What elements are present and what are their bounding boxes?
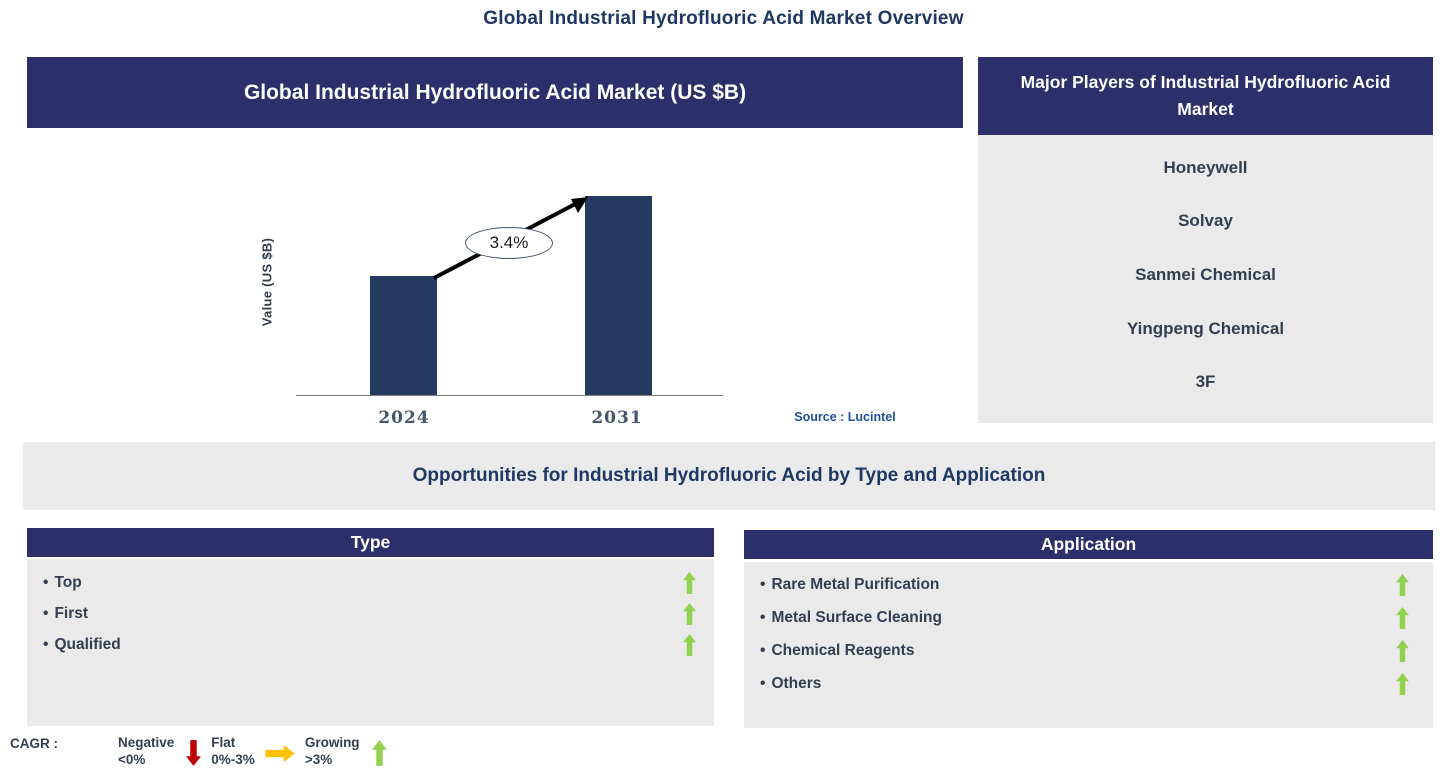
type-item-row: • Qualified <box>27 629 714 660</box>
type-item-row: • Top <box>27 567 714 598</box>
application-items-list: • Rare Metal Purification • Metal Surface … <box>744 562 1433 728</box>
cagr-trend-arrow <box>433 197 588 280</box>
type-items-list: • Top • First • Qualified <box>27 559 714 726</box>
type-item-label: • First <box>43 604 89 622</box>
x-tick-2024: 2024 <box>378 408 430 428</box>
application-item-label: • Others <box>760 674 822 692</box>
player-name: Solvay <box>1178 211 1233 231</box>
bullet-icon: • <box>43 604 49 622</box>
application-item-row: • Chemical Reagents <box>744 634 1433 667</box>
bullet-icon: • <box>760 608 766 626</box>
cagr-value: 3.4% <box>489 233 529 252</box>
application-panel-header: Application <box>744 530 1433 559</box>
green-up-arrow-icon <box>1396 606 1409 629</box>
legend-growing-range: >3% <box>304 751 333 767</box>
green-up-arrow-icon <box>683 633 696 656</box>
player-name: Sanmei Chemical <box>1135 264 1276 284</box>
legend-growing-name: Growing <box>304 735 360 750</box>
bullet-icon: • <box>760 641 766 659</box>
application-item-label: • Chemical Reagents <box>760 641 915 659</box>
type-item-label: • Top <box>43 573 82 591</box>
legend-negative-name: Negative <box>118 735 175 750</box>
page-title: Global Industrial Hydrofluoric Acid Mark… <box>483 8 964 29</box>
cagr-annotation-ellipse: 3.4% <box>465 227 553 259</box>
player-name: Honeywell <box>1163 157 1248 177</box>
legend-entry-flat: Flat 0%-3% <box>211 733 295 769</box>
green-up-arrow-icon <box>1396 573 1409 596</box>
green-up-arrow-icon <box>371 740 387 766</box>
chart-panel-header: Global Industrial Hydrofluoric Acid Mark… <box>27 57 963 128</box>
green-up-arrow-icon <box>1396 672 1409 695</box>
application-item-label: • Rare Metal Purification <box>760 575 940 593</box>
legend-entry-growing: Growing >3% <box>305 733 387 771</box>
player-name: Yingpeng Chemical <box>1126 318 1285 338</box>
type-panel-header: Type <box>27 528 714 557</box>
x-axis-line <box>296 395 723 396</box>
x-tick-2031: 2031 <box>591 408 643 428</box>
bullet-icon: • <box>760 674 766 692</box>
green-up-arrow-icon <box>1396 639 1409 662</box>
market-overview-infographic: Global Industrial Hydrofluoric Acid Mark… <box>0 0 1447 777</box>
bullet-icon: • <box>43 635 49 653</box>
player-name: 3F <box>1195 372 1216 392</box>
yellow-right-arrow-icon <box>265 745 295 762</box>
source-label: Source : Lucintel <box>794 410 896 424</box>
legend-negative-range: <0% <box>118 751 146 767</box>
legend-flat-name: Flat <box>211 735 236 750</box>
cagr-legend: CAGR : Negative <0% Flat 0%-3% Growing >… <box>10 733 387 771</box>
legend-entry-negative: Negative <0% <box>118 733 202 769</box>
application-item-row: • Others <box>744 667 1433 700</box>
players-panel-header: Major Players of Industrial Hydrofluoric… <box>978 57 1433 135</box>
application-item-row: • Rare Metal Purification <box>744 568 1433 601</box>
green-up-arrow-icon <box>683 602 696 625</box>
cagr-legend-title: CAGR : <box>10 736 58 751</box>
type-item-label: • Qualified <box>43 635 121 653</box>
bullet-icon: • <box>43 573 49 591</box>
application-item-row: • Metal Surface Cleaning <box>744 601 1433 634</box>
players-list: Honeywell Solvay Sanmei Chemical Yingpen… <box>978 135 1433 423</box>
legend-flat-range: 0%-3% <box>211 751 255 767</box>
opportunities-banner: Opportunities for Industrial Hydrofluori… <box>23 442 1435 510</box>
type-item-row: • First <box>27 598 714 629</box>
bullet-icon: • <box>760 575 766 593</box>
application-item-label: • Metal Surface Cleaning <box>760 608 942 626</box>
bar-chart: Value (US $B) 3.4% 2024 2031 <box>27 128 963 440</box>
green-up-arrow-icon <box>683 571 696 594</box>
red-down-arrow-icon <box>186 740 202 766</box>
